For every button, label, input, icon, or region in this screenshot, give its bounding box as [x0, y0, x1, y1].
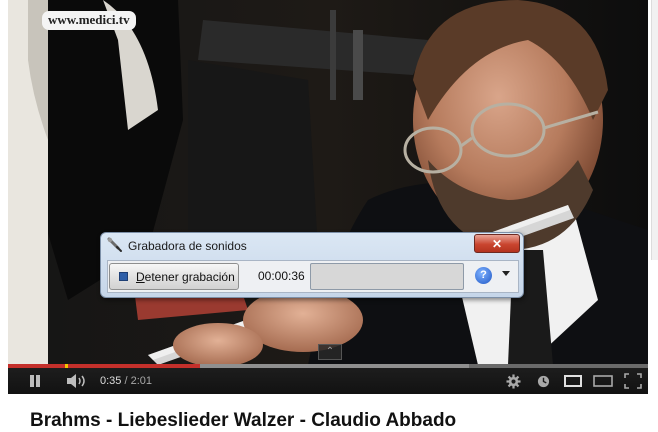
- video-watermark: www.medici.tv: [42, 11, 136, 30]
- gear-icon: [505, 373, 521, 389]
- stop-recording-mnemonic: D: [136, 269, 145, 284]
- volume-icon: [67, 374, 85, 388]
- small-player-button[interactable]: [560, 368, 586, 394]
- page-edge: [651, 0, 658, 260]
- time-display: 0:35 / 2:01: [100, 368, 152, 394]
- recorder-title: Grabadora de sonidos: [128, 239, 247, 253]
- sound-recorder-window[interactable]: Grabadora de sonidos ✕ Detener grabación…: [100, 232, 524, 298]
- expand-chevron-icon[interactable]: ⌃: [318, 344, 342, 360]
- settings-button[interactable]: [502, 368, 524, 394]
- options-dropdown-icon[interactable]: [502, 271, 510, 276]
- pause-button[interactable]: [22, 368, 48, 394]
- stop-recording-label-rest: etener grabación: [144, 269, 235, 284]
- microphone-icon: [107, 237, 122, 252]
- clock-icon: [537, 375, 549, 387]
- current-time: 0:35: [100, 375, 122, 387]
- fullscreen-icon: [624, 373, 642, 389]
- small-player-icon: [564, 375, 582, 387]
- duration: 2:01: [130, 375, 153, 387]
- close-button[interactable]: ✕: [474, 234, 520, 253]
- video-frame: [8, 0, 648, 365]
- fullscreen-button[interactable]: [620, 368, 646, 394]
- large-player-button[interactable]: [590, 368, 616, 394]
- large-player-icon: [593, 375, 613, 387]
- video-title: Brahms - Liebeslieder Walzer - Claudio A…: [30, 410, 457, 431]
- pause-icon: [30, 375, 40, 387]
- help-button[interactable]: ?: [475, 267, 492, 284]
- video-player[interactable]: www.medici.tv ⌃: [8, 0, 648, 365]
- volume-button[interactable]: [64, 368, 90, 394]
- recorder-titlebar[interactable]: Grabadora de sonidos ✕: [101, 233, 523, 258]
- recorder-toolbar: Detener grabación 00:00:36 ?: [107, 260, 519, 293]
- close-icon: ✕: [491, 236, 503, 251]
- stop-recording-button[interactable]: Detener grabación: [109, 263, 239, 290]
- recording-level-meter: [310, 263, 464, 290]
- time-separator: /: [121, 375, 131, 387]
- watch-later-button[interactable]: [532, 368, 554, 394]
- recording-elapsed-time: 00:00:36: [258, 269, 305, 283]
- stop-recording-label: Detener grabación: [136, 270, 235, 284]
- player-controls: 0:35 / 2:01: [8, 368, 648, 394]
- stop-icon: [119, 272, 128, 281]
